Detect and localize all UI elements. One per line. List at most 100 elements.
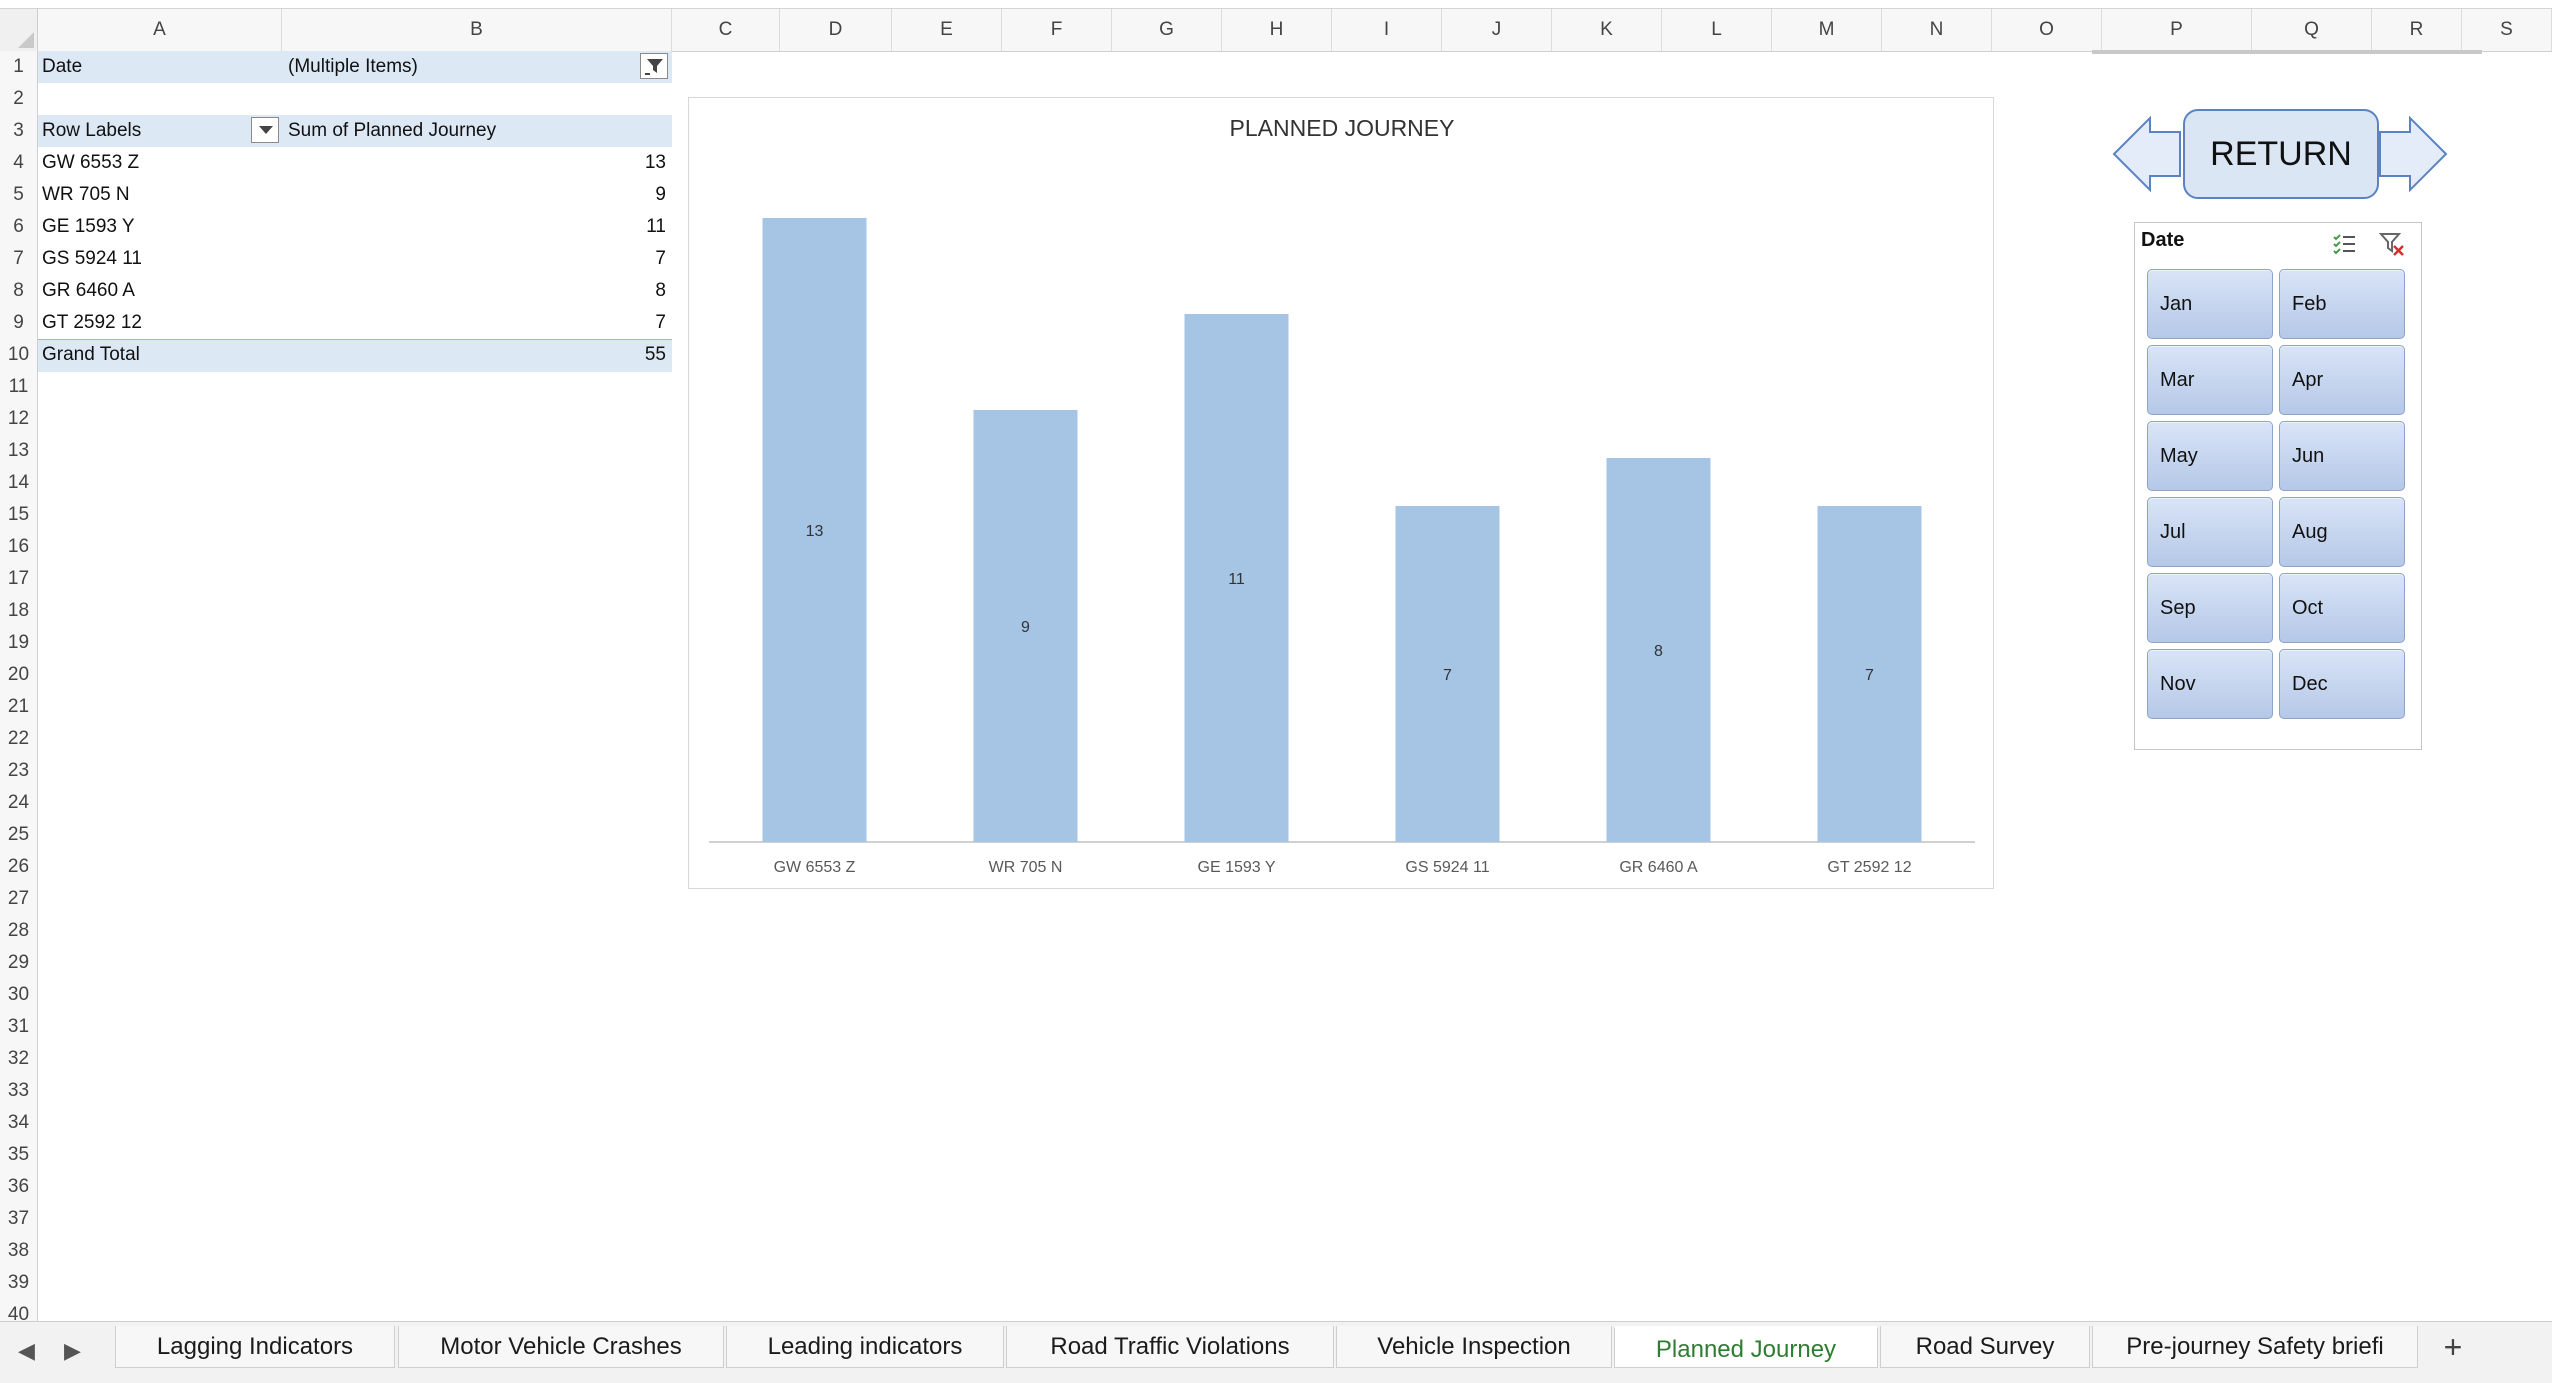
slicer-month-sep[interactable]: Sep <box>2147 573 2273 643</box>
slicer-month-aug[interactable]: Aug <box>2279 497 2405 567</box>
row-header-17[interactable]: 17 <box>0 563 37 595</box>
column-header-i[interactable]: I <box>1332 9 1442 51</box>
column-header-o[interactable]: O <box>1992 9 2102 51</box>
row-header-5[interactable]: 5 <box>0 179 37 211</box>
sheet-tab-planned-journey[interactable]: Planned Journey <box>1614 1326 1878 1368</box>
slicer-month-may[interactable]: May <box>2147 421 2273 491</box>
column-header-e[interactable]: E <box>892 9 1002 51</box>
row-header-32[interactable]: 32 <box>0 1043 37 1075</box>
row-header-8[interactable]: 8 <box>0 275 37 307</box>
row-header-35[interactable]: 35 <box>0 1139 37 1171</box>
next-sheet-arrow-icon[interactable]: ▶ <box>64 1338 81 1364</box>
slicer-month-dec[interactable]: Dec <box>2279 649 2405 719</box>
column-header-m[interactable]: M <box>1772 9 1882 51</box>
column-header-n[interactable]: N <box>1882 9 1992 51</box>
column-header-l[interactable]: L <box>1662 9 1772 51</box>
column-header-b[interactable]: B <box>282 9 672 51</box>
pivot-row-value[interactable]: 11 <box>560 211 666 243</box>
grand-total-value[interactable]: 55 <box>560 339 666 371</box>
row-header-6[interactable]: 6 <box>0 211 37 243</box>
select-all-corner[interactable] <box>0 9 38 51</box>
row-header-28[interactable]: 28 <box>0 915 37 947</box>
row-header-19[interactable]: 19 <box>0 627 37 659</box>
row-header-22[interactable]: 22 <box>0 723 37 755</box>
filter-label[interactable]: Date <box>42 51 82 83</box>
row-header-3[interactable]: 3 <box>0 115 37 147</box>
row-labels-header[interactable]: Row Labels <box>42 115 141 147</box>
multi-select-icon[interactable] <box>2331 231 2357 257</box>
row-header-18[interactable]: 18 <box>0 595 37 627</box>
return-button[interactable]: RETURN <box>2184 110 2378 198</box>
pivot-row-label[interactable]: GE 1593 Y <box>42 211 135 243</box>
column-header-r[interactable]: R <box>2372 9 2462 51</box>
filter-value[interactable]: (Multiple Items) <box>288 51 418 83</box>
row-header-1[interactable]: 1 <box>0 51 37 83</box>
column-header-a[interactable]: A <box>38 9 282 51</box>
column-header-p[interactable]: P <box>2102 9 2252 51</box>
column-header-j[interactable]: J <box>1442 9 1552 51</box>
sum-header[interactable]: Sum of Planned Journey <box>288 115 496 147</box>
clear-filter-icon[interactable] <box>2379 231 2405 257</box>
row-header-15[interactable]: 15 <box>0 499 37 531</box>
sheet-tab-vehicle-inspection[interactable]: Vehicle Inspection <box>1336 1326 1612 1368</box>
slicer-month-apr[interactable]: Apr <box>2279 345 2405 415</box>
pivot-row-value[interactable]: 13 <box>560 147 666 179</box>
slicer-month-jan[interactable]: Jan <box>2147 269 2273 339</box>
row-header-29[interactable]: 29 <box>0 947 37 979</box>
pivot-row-label[interactable]: GS 5924 11 <box>42 243 142 275</box>
row-header-24[interactable]: 24 <box>0 787 37 819</box>
sheet-tab-leading-indicators[interactable]: Leading indicators <box>726 1326 1004 1368</box>
slicer-month-mar[interactable]: Mar <box>2147 345 2273 415</box>
row-header-39[interactable]: 39 <box>0 1267 37 1299</box>
row-header-7[interactable]: 7 <box>0 243 37 275</box>
row-header-13[interactable]: 13 <box>0 435 37 467</box>
pivot-row-value[interactable]: 7 <box>560 307 666 339</box>
row-header-38[interactable]: 38 <box>0 1235 37 1267</box>
horizontal-scroll-indicator[interactable] <box>2092 50 2482 54</box>
row-header-26[interactable]: 26 <box>0 851 37 883</box>
planned-journey-chart[interactable]: PLANNED JOURNEY 13 GW 6553 Z 9 WR 705 N 11 GE … <box>688 97 1994 889</box>
pivot-row-value[interactable]: 9 <box>560 179 666 211</box>
add-sheet-button[interactable]: + <box>2430 1326 2476 1368</box>
row-header-4[interactable]: 4 <box>0 147 37 179</box>
column-header-d[interactable]: D <box>780 9 892 51</box>
row-header-14[interactable]: 14 <box>0 467 37 499</box>
sheet-tab-lagging-indicators[interactable]: Lagging Indicators <box>115 1326 395 1368</box>
row-header-23[interactable]: 23 <box>0 755 37 787</box>
column-header-f[interactable]: F <box>1002 9 1112 51</box>
row-header-25[interactable]: 25 <box>0 819 37 851</box>
row-header-10[interactable]: 10 <box>0 339 37 371</box>
slicer-month-oct[interactable]: Oct <box>2279 573 2405 643</box>
pivot-row-label[interactable]: GR 6460 A <box>42 275 135 307</box>
row-header-27[interactable]: 27 <box>0 883 37 915</box>
pivot-row-value[interactable]: 7 <box>560 243 666 275</box>
column-header-k[interactable]: K <box>1552 9 1662 51</box>
pivot-row-label[interactable]: GT 2592 12 <box>42 307 142 339</box>
pivot-row-label[interactable]: WR 705 N <box>42 179 130 211</box>
column-header-q[interactable]: Q <box>2252 9 2372 51</box>
slicer-month-jul[interactable]: Jul <box>2147 497 2273 567</box>
row-header-9[interactable]: 9 <box>0 307 37 339</box>
column-header-h[interactable]: H <box>1222 9 1332 51</box>
sheet-tab-motor-vehicle-crashes[interactable]: Motor Vehicle Crashes <box>398 1326 724 1368</box>
column-header-s[interactable]: S <box>2462 9 2552 51</box>
row-header-20[interactable]: 20 <box>0 659 37 691</box>
pivot-row-value[interactable]: 8 <box>560 275 666 307</box>
row-header-12[interactable]: 12 <box>0 403 37 435</box>
row-header-30[interactable]: 30 <box>0 979 37 1011</box>
sheet-tab-road-traffic-violations[interactable]: Road Traffic Violations <box>1006 1326 1334 1368</box>
chart-title[interactable]: PLANNED JOURNEY <box>1230 115 1455 141</box>
sheet-tab-road-survey[interactable]: Road Survey <box>1880 1326 2090 1368</box>
grand-total-label[interactable]: Grand Total <box>42 339 140 371</box>
slicer-month-nov[interactable]: Nov <box>2147 649 2273 719</box>
row-header-34[interactable]: 34 <box>0 1107 37 1139</box>
column-header-c[interactable]: C <box>672 9 780 51</box>
sheet-tab-pre-journey-safety-briefi[interactable]: Pre-journey Safety briefi <box>2092 1326 2418 1368</box>
row-header-33[interactable]: 33 <box>0 1075 37 1107</box>
prev-sheet-arrow-icon[interactable]: ◀ <box>18 1338 35 1364</box>
row-header-16[interactable]: 16 <box>0 531 37 563</box>
slicer-month-feb[interactable]: Feb <box>2279 269 2405 339</box>
row-header-37[interactable]: 37 <box>0 1203 37 1235</box>
row-header-31[interactable]: 31 <box>0 1011 37 1043</box>
row-header-11[interactable]: 11 <box>0 371 37 403</box>
